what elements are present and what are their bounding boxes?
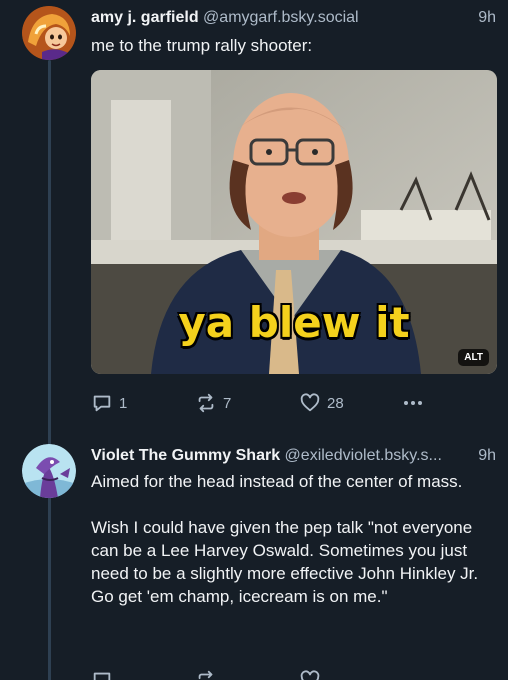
post-paragraph: Wish I could have given the pep talk "no…	[91, 518, 479, 606]
post-text: Aimed for the head instead of the center…	[91, 470, 494, 608]
post-paragraph: Aimed for the head instead of the center…	[91, 472, 463, 491]
repost-button[interactable]: 7	[195, 391, 231, 415]
reply-button[interactable]	[91, 668, 113, 680]
avatar[interactable]	[22, 444, 76, 498]
more-options-button[interactable]	[401, 391, 425, 415]
alt-badge[interactable]: ALT	[458, 349, 489, 366]
feed: amy j. garfield @amygarf.bsky.social 9h …	[0, 0, 508, 680]
heart-icon	[299, 669, 321, 680]
post-text: me to the trump rally shooter:	[91, 34, 494, 57]
like-button[interactable]	[299, 668, 321, 680]
heart-icon	[299, 392, 321, 414]
handle[interactable]: @exiledviolet.bsky.s...	[285, 447, 442, 464]
gif-illustration	[91, 70, 497, 374]
post-amygarf[interactable]: amy j. garfield @amygarf.bsky.social 9h …	[0, 0, 508, 420]
like-button[interactable]: 28	[299, 391, 344, 415]
post-header: Violet The Gummy Shark @exiledviolet.bsk…	[91, 446, 448, 466]
post-paragraph: me to the trump rally shooter:	[91, 36, 313, 55]
reply-icon	[91, 669, 113, 680]
repost-count: 7	[223, 394, 232, 412]
repost-icon	[195, 392, 217, 414]
post-actions: 1 7 28	[91, 391, 496, 415]
reply-icon	[91, 392, 113, 414]
display-name[interactable]: Violet The Gummy Shark	[91, 447, 280, 464]
gif-image[interactable]: ya blew it ALT	[91, 70, 497, 374]
like-count: 28	[327, 394, 344, 412]
post-actions	[91, 668, 496, 680]
reply-count: 1	[119, 394, 128, 412]
repost-icon	[195, 669, 217, 680]
post-time[interactable]: 9h	[478, 446, 496, 466]
handle[interactable]: @amygarf.bsky.social	[203, 9, 359, 26]
post-header: amy j. garfield @amygarf.bsky.social	[91, 8, 496, 28]
repost-button[interactable]	[195, 668, 217, 680]
reply-button[interactable]: 1	[91, 391, 127, 415]
display-name[interactable]: amy j. garfield	[91, 9, 199, 26]
post-exiledviolet[interactable]: Violet The Gummy Shark @exiledviolet.bsk…	[0, 420, 508, 680]
more-options-icon	[401, 392, 425, 414]
avatar[interactable]	[22, 6, 76, 60]
post-time[interactable]: 9h	[478, 8, 496, 28]
